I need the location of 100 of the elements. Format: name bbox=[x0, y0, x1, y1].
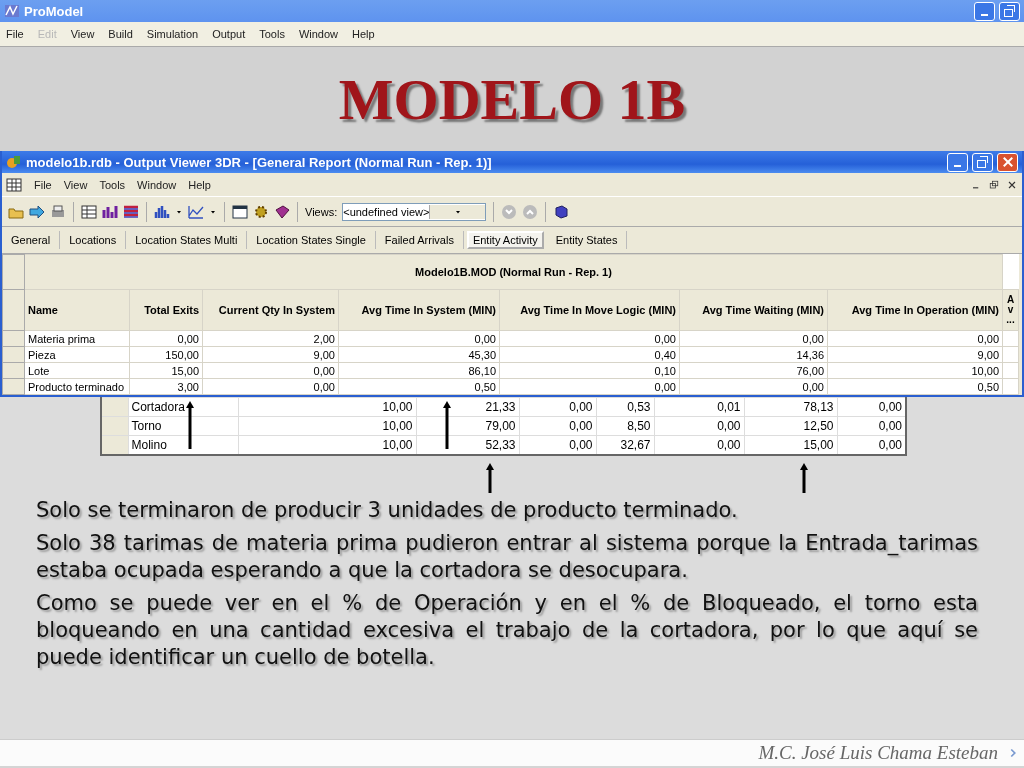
tab[interactable]: General bbox=[2, 231, 61, 249]
window-title: modelo1b.rdb - Output Viewer 3DR - [General Report (Normal Run - Rep. 1)] bbox=[26, 154, 493, 170]
menu-item[interactable]: File bbox=[6, 28, 24, 40]
table-cell: Producto terminado bbox=[24, 378, 130, 395]
table-cell: 0,00 bbox=[827, 330, 1003, 347]
arrow-icon bbox=[186, 401, 194, 449]
tab[interactable]: Entity States bbox=[546, 231, 628, 249]
tab[interactable]: Location States Single bbox=[247, 231, 376, 249]
table-cell: 0,53 bbox=[596, 397, 654, 417]
table-cell: 21,33 bbox=[416, 397, 519, 417]
table-cell: 15,00 bbox=[129, 362, 203, 379]
table-cell: 0,00 bbox=[679, 330, 828, 347]
menu-item[interactable]: Build bbox=[108, 28, 133, 40]
table-icon[interactable] bbox=[81, 203, 97, 220]
column-header[interactable]: Avg Time In System (MIN) bbox=[338, 289, 500, 331]
tab[interactable]: Entity Activity bbox=[466, 231, 544, 249]
menu-item[interactable]: Help bbox=[188, 178, 211, 191]
table-cell: Materia prima bbox=[24, 330, 130, 347]
table-cell: 0,00 bbox=[338, 330, 500, 347]
gear-icon[interactable] bbox=[253, 203, 269, 220]
table-cell: 76,00 bbox=[679, 362, 828, 379]
table-cell: 0,00 bbox=[837, 397, 906, 417]
menu-item[interactable]: Output bbox=[212, 28, 246, 40]
column-header[interactable]: Avg Time In Move Logic (MIN) bbox=[499, 289, 680, 331]
column-header[interactable]: Current Qty In System bbox=[202, 289, 339, 331]
table-cell: 0,10 bbox=[499, 362, 680, 379]
column-header[interactable]: Name bbox=[24, 289, 130, 331]
menu-item[interactable]: Tools bbox=[99, 178, 126, 191]
table-cell: 3,00 bbox=[129, 378, 203, 395]
arrow-icon bbox=[443, 401, 451, 449]
menu-item[interactable]: Help bbox=[352, 28, 375, 40]
table-cell: 45,30 bbox=[338, 346, 500, 363]
close-button[interactable] bbox=[997, 152, 1018, 172]
table-cell: Lote bbox=[24, 362, 130, 379]
arrow-icon bbox=[800, 463, 808, 493]
bar-chart-icon[interactable] bbox=[102, 203, 118, 220]
table-cell: 10,00 bbox=[827, 362, 1003, 379]
report-caption: Modelo1B.MOD (Normal Run - Rep. 1) bbox=[24, 254, 1003, 290]
restore-button[interactable] bbox=[999, 1, 1020, 21]
table-icon[interactable] bbox=[6, 176, 22, 193]
restore-button[interactable] bbox=[972, 152, 993, 172]
table-cell: 0,01 bbox=[654, 397, 744, 417]
table-cell: 0,00 bbox=[519, 397, 596, 417]
printer-icon[interactable] bbox=[50, 203, 66, 220]
table-cell: 0,00 bbox=[499, 330, 680, 347]
table-cell: 0,50 bbox=[827, 378, 1003, 395]
paragraph: Solo 38 tarimas de materia prima pudieron entrar al sistema porque la Entrada_tarimas estaba ocupada esperando a que la cortadora se desocupara. bbox=[36, 530, 978, 584]
author-name: M.C. José Luis Chama Esteban bbox=[758, 742, 998, 764]
menu-item[interactable]: Window bbox=[298, 28, 339, 40]
column-header[interactable]: Total Exits bbox=[129, 289, 203, 331]
menu-item[interactable]: Tools bbox=[259, 28, 285, 40]
paragraph: Solo se terminaron de producir 3 unidades de producto terminado. bbox=[36, 497, 739, 524]
menu-item[interactable]: View bbox=[63, 178, 88, 191]
arrow-icon[interactable] bbox=[29, 203, 45, 220]
table-cell: 14,36 bbox=[679, 346, 828, 363]
table-cell: 86,10 bbox=[338, 362, 500, 379]
table-cell: 0,00 bbox=[202, 378, 339, 395]
histogram-icon[interactable] bbox=[154, 203, 170, 220]
stacked-bars-icon[interactable] bbox=[123, 203, 139, 220]
table-cell: Torno bbox=[128, 416, 238, 436]
column-header[interactable]: Avg Time In Operation (MIN) bbox=[827, 289, 1003, 331]
menu-item[interactable]: Simulation bbox=[146, 28, 199, 40]
table-cell: 0,00 bbox=[654, 416, 744, 436]
paragraph: Como se puede ver en el % de Operación y en el % de Bloqueado, el torno esta bloqueando en una cantidad excesiva el trabajo de la cortadora, por lo que aquí se puede identificar un cuello de botella. bbox=[36, 590, 978, 671]
table-cell: 2,00 bbox=[202, 330, 339, 347]
window-title: ProModel bbox=[24, 3, 85, 19]
window-icon[interactable] bbox=[232, 203, 248, 220]
table-cell: Cortadora bbox=[128, 397, 238, 417]
tab[interactable]: Locations bbox=[60, 231, 127, 249]
table-cell: Pieza bbox=[24, 346, 130, 363]
slide-title: MODELO 1B bbox=[338, 65, 686, 133]
line-chart-icon[interactable] bbox=[188, 203, 204, 220]
table-cell: 0,00 bbox=[202, 362, 339, 379]
menu-item[interactable]: View bbox=[70, 28, 95, 40]
menu-item[interactable]: Window bbox=[137, 178, 177, 191]
app-icon[interactable] bbox=[6, 154, 22, 170]
table-cell: 10,00 bbox=[238, 416, 416, 436]
table-cell: 9,00 bbox=[202, 346, 339, 363]
table-cell: 12,50 bbox=[744, 416, 837, 436]
cube-icon[interactable] bbox=[553, 203, 570, 220]
restore-icon[interactable] bbox=[988, 178, 1000, 191]
minimize-button[interactable] bbox=[947, 152, 968, 172]
minimize-button[interactable] bbox=[974, 1, 995, 21]
table-cell: 9,00 bbox=[827, 346, 1003, 363]
views-dropdown[interactable]: <undefined view> bbox=[342, 202, 487, 221]
table-cell: 150,00 bbox=[129, 346, 203, 363]
app-logo-icon[interactable] bbox=[4, 3, 20, 19]
tab[interactable]: Failed Arrivals bbox=[375, 231, 464, 249]
table-cell: 0,00 bbox=[129, 330, 203, 347]
table-cell: 10,00 bbox=[238, 397, 416, 417]
menu-item[interactable]: File bbox=[34, 178, 52, 191]
views-label: Views: bbox=[305, 205, 338, 218]
table-cell: 78,13 bbox=[744, 397, 837, 417]
table-cell: 0,00 bbox=[519, 416, 596, 436]
column-header[interactable]: Avg Time Waiting (MIN) bbox=[679, 289, 828, 331]
table-cell: 0,50 bbox=[338, 378, 500, 395]
tab[interactable]: Location States Multi bbox=[126, 231, 248, 249]
table-cell: 79,00 bbox=[416, 416, 519, 436]
table-cell: 8,50 bbox=[596, 416, 654, 436]
table-cell: 0,40 bbox=[499, 346, 680, 363]
